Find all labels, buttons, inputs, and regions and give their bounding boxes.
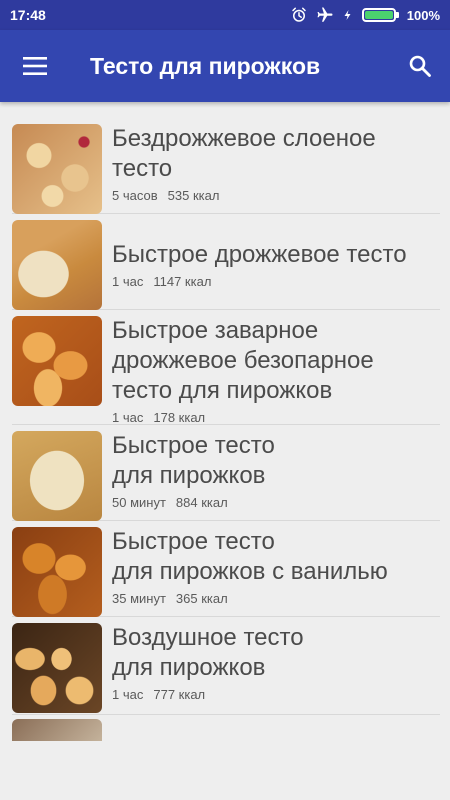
search-button[interactable] xyxy=(390,30,450,102)
recipe-title: Бездрожжевое слоеное тесто xyxy=(112,125,376,182)
recipe-title: Воздушное тесто для пирожков xyxy=(112,624,304,681)
recipe-meta: 1 час 1147 ккал xyxy=(112,274,440,289)
recipe-kcal: 777 ккал xyxy=(153,687,206,702)
recipe-time: 50 минут xyxy=(112,495,166,510)
recipe-title: Быстрое тесто для пирожков с ванилью xyxy=(112,528,388,585)
charging-icon xyxy=(344,10,351,20)
recipe-title: Быстрое тесто для пирожков xyxy=(112,432,275,489)
recipe-thumbnail xyxy=(12,124,102,214)
recipe-thumbnail xyxy=(12,527,102,617)
battery-icon xyxy=(361,8,399,22)
recipe-time: 35 минут xyxy=(112,591,166,606)
recipe-thumbnail xyxy=(12,623,102,713)
list-item[interactable]: Быстрое дрожжевое тесто 1 час 1147 ккал xyxy=(12,214,440,310)
recipe-meta: 1 час 178 ккал xyxy=(112,410,440,425)
recipe-time: 1 час xyxy=(112,274,144,289)
recipe-thumbnail xyxy=(12,719,102,741)
list-item[interactable] xyxy=(12,715,440,741)
list-item[interactable]: Быстрое тесто для пирожков с ванилью 35 … xyxy=(12,521,440,617)
search-icon xyxy=(409,55,431,77)
page-title: Тесто для пирожков xyxy=(90,52,321,79)
recipe-list: Бездрожжевое слоеное тесто 5 часов 535 кк… xyxy=(0,118,450,741)
status-bar: 17:48 100% xyxy=(0,0,450,30)
list-item[interactable]: Быстрое заварное дрожжевое безопарное те… xyxy=(12,310,440,425)
list-item[interactable]: Быстрое тесто для пирожков 50 минут 884 к… xyxy=(12,425,440,521)
recipe-thumbnail xyxy=(12,316,102,406)
recipe-title: Быстрое заварное дрожжевое безопарное те… xyxy=(112,317,374,404)
recipe-thumbnail xyxy=(12,220,102,310)
status-icons: 100% xyxy=(290,6,440,24)
list-item[interactable]: Воздушное тесто для пирожков 1 час 777 кк… xyxy=(12,617,440,715)
airplane-icon xyxy=(317,7,333,22)
recipe-meta: 50 минут 884 ккал xyxy=(112,495,440,510)
recipe-kcal: 535 ккал xyxy=(167,188,220,203)
recipe-time: 1 час xyxy=(112,687,144,702)
recipe-kcal: 884 ккал xyxy=(175,495,228,510)
app-bar: Тесто для пирожков xyxy=(0,30,450,102)
recipe-meta: 35 минут 365 ккал xyxy=(112,591,440,606)
hamburger-menu-icon xyxy=(23,57,47,75)
recipe-kcal: 1147 ккал xyxy=(153,274,212,289)
recipe-meta: 1 час 777 ккал xyxy=(112,687,440,702)
list-item[interactable]: Бездрожжевое слоеное тесто 5 часов 535 кк… xyxy=(12,118,440,214)
alarm-icon xyxy=(292,7,306,22)
recipe-time: 1 час xyxy=(112,410,144,425)
recipe-thumbnail xyxy=(12,431,102,521)
recipe-title: Быстрое дрожжевое тесто xyxy=(112,241,407,268)
recipe-kcal: 178 ккал xyxy=(153,410,206,425)
menu-button[interactable] xyxy=(0,30,70,102)
status-time: 17:48 xyxy=(10,7,46,23)
recipe-meta: 5 часов 535 ккал xyxy=(112,188,440,203)
recipe-time: 5 часов xyxy=(112,188,158,203)
battery-percent: 100% xyxy=(406,7,440,23)
recipe-kcal: 365 ккал xyxy=(175,591,228,606)
